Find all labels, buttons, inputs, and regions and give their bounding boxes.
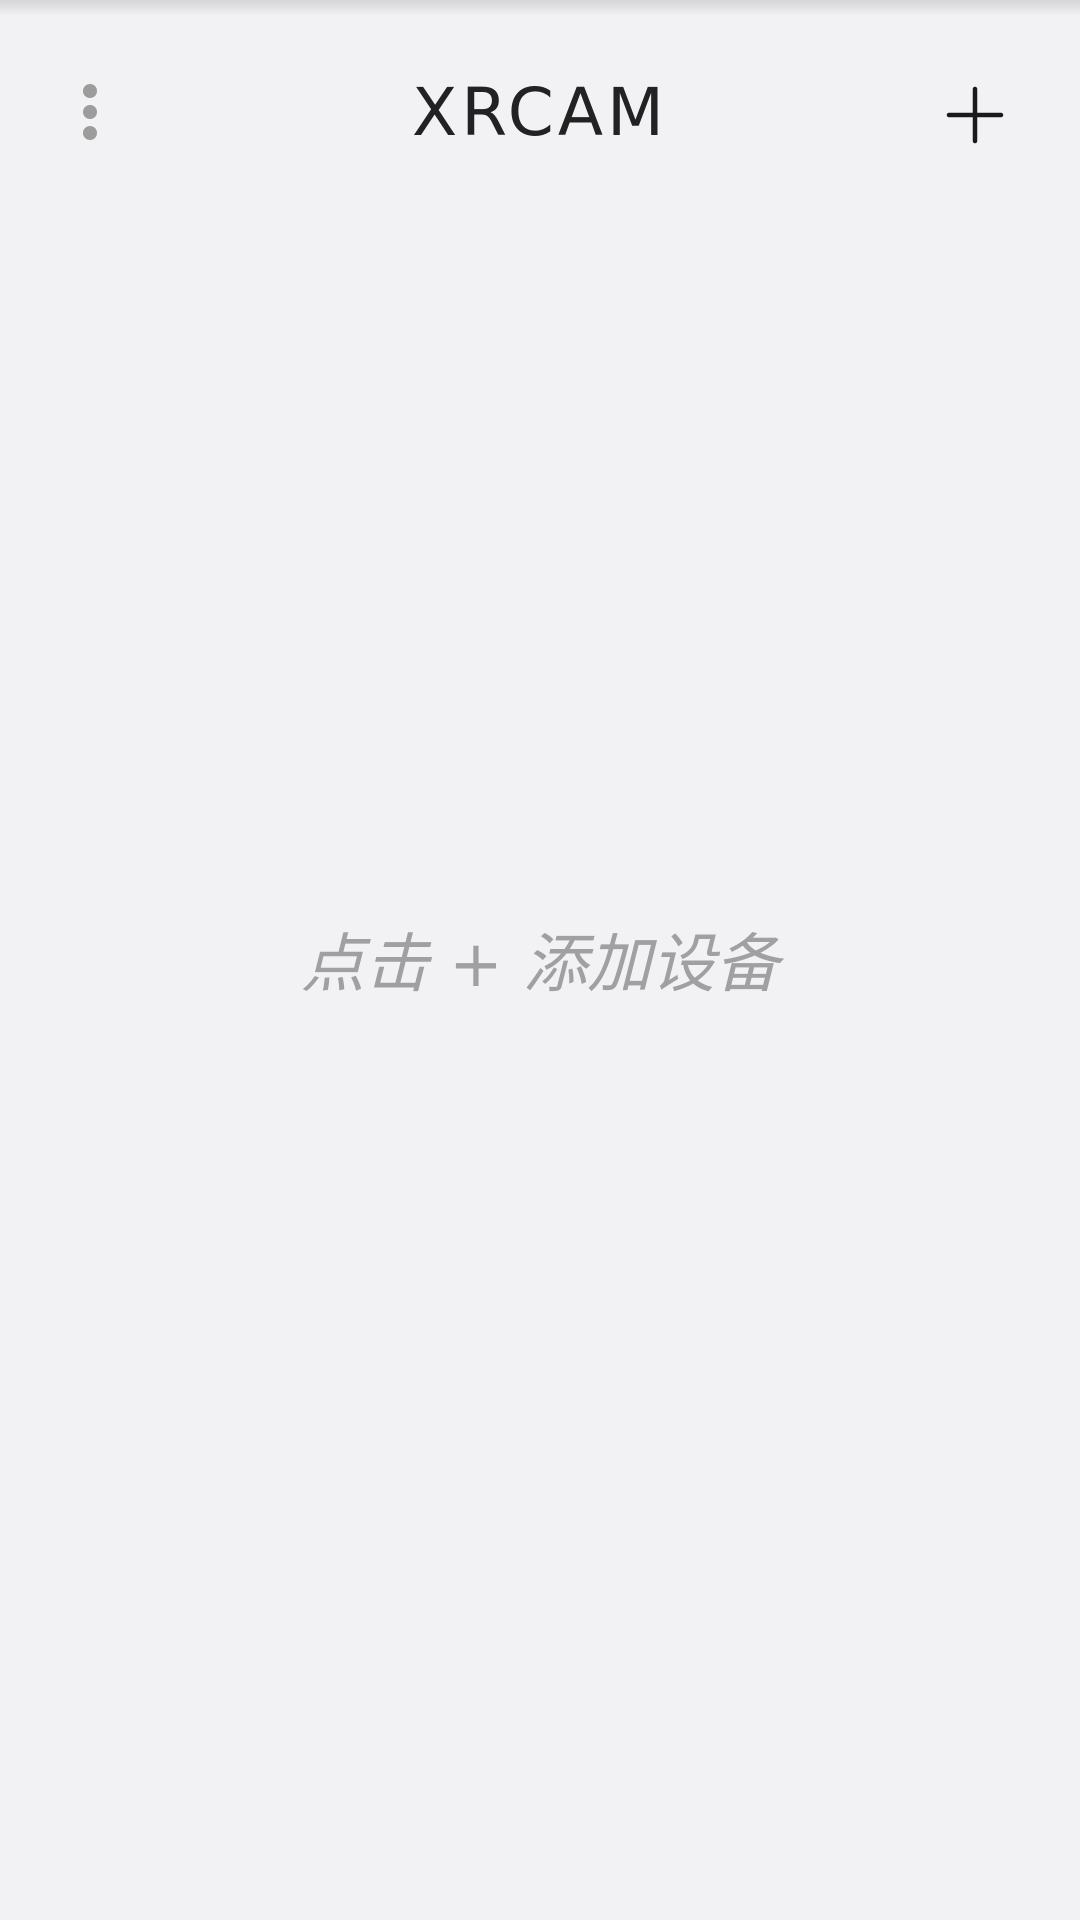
app-bar: XRCAM (0, 0, 1080, 226)
empty-state-hint: 点击 + 添加设备 (300, 928, 780, 1002)
plus-icon (946, 86, 1004, 144)
page-title: XRCAM (412, 74, 668, 151)
add-device-button[interactable] (940, 80, 1010, 150)
